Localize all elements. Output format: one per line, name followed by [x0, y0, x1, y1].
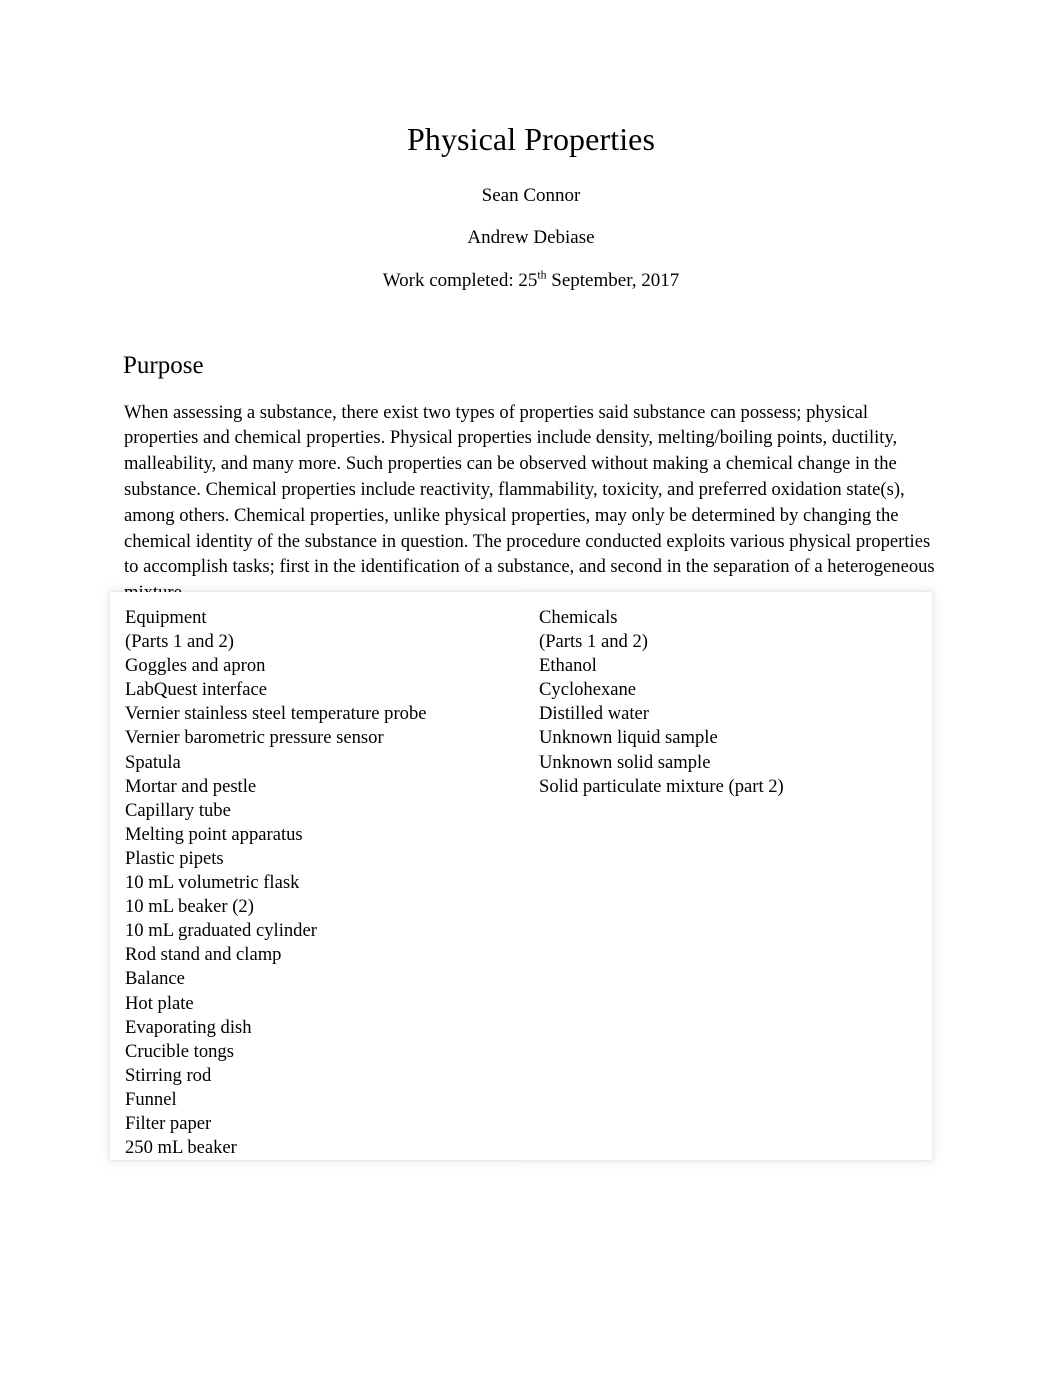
list-item: Vernier stainless steel temperature prob…: [125, 703, 427, 725]
chemicals-list-subheader: (Parts 1 and 2): [539, 631, 648, 653]
purpose-body-text: When assessing a substance, there exist …: [124, 401, 935, 604]
list-item: Cyclohexane: [539, 679, 637, 701]
list-item: 10 mL volumetric flask: [125, 872, 300, 894]
equipment-list-subheader: (Parts 1 and 2): [125, 631, 234, 653]
list-item: Stirring rod: [125, 1064, 212, 1086]
list-item: Balance: [125, 968, 185, 990]
author-name-primary: Sean Connor: [481, 185, 581, 207]
equipment-list-header: Equipment: [125, 607, 207, 628]
equipment-list: Equipment (Parts 1 and 2) Goggles and ap…: [125, 606, 518, 1160]
list-item: Rod stand and clamp: [125, 944, 282, 966]
list-item: Mortar and pestle: [125, 775, 257, 797]
materials-table-inner: Equipment (Parts 1 and 2) Goggles and ap…: [110, 592, 932, 1160]
list-item: 250 mL beaker: [125, 1137, 237, 1159]
list-item: Crucible tongs: [125, 1040, 234, 1062]
table-cell-equipment: Equipment (Parts 1 and 2) Goggles and ap…: [110, 592, 518, 1160]
list-item: Plastic pipets: [125, 847, 224, 869]
date-ordinal-suffix: th: [537, 268, 547, 282]
author-name-secondary: Andrew Debiase: [467, 227, 595, 249]
list-item: Evaporating dish: [125, 1016, 252, 1038]
list-item: Distilled water: [539, 703, 649, 725]
list-item: LabQuest interface: [125, 679, 267, 701]
chemicals-list-header: Chemicals: [539, 607, 618, 628]
list-item: Hot plate: [125, 992, 194, 1014]
list-item: Funnel: [125, 1088, 177, 1110]
chemicals-list: Chemicals (Parts 1 and 2) Ethanol Cycloh…: [539, 606, 932, 799]
list-item: Filter paper: [125, 1112, 212, 1134]
section-heading-purpose: Purpose: [123, 351, 204, 379]
list-item: Goggles and apron: [125, 655, 266, 677]
page-title: Physical Properties: [406, 121, 656, 157]
materials-table: Equipment (Parts 1 and 2) Goggles and ap…: [110, 592, 932, 1160]
list-item: Spatula: [125, 751, 181, 773]
list-item: Unknown solid sample: [539, 751, 711, 773]
work-completed-date: Work completed: 25th September, 2017: [0, 250, 1062, 293]
list-item: 10 mL beaker (2): [125, 896, 254, 918]
list-item: Solid particulate mixture (part 2): [539, 775, 784, 797]
list-item: Ethanol: [539, 655, 597, 677]
list-item: Capillary tube: [125, 799, 231, 821]
list-item: Vernier barometric pressure sensor: [125, 727, 384, 749]
date-suffix-text: September, 2017: [546, 269, 680, 291]
list-item: 10 mL graduated cylinder: [125, 920, 317, 942]
table-cell-chemicals: Chemicals (Parts 1 and 2) Ethanol Cycloh…: [518, 592, 932, 1160]
list-item: Unknown liquid sample: [539, 727, 718, 749]
document-page: Physical Properties Sean Connor Andrew D…: [0, 0, 1062, 1377]
list-item: Melting point apparatus: [125, 823, 303, 845]
date-prefix-text: Work completed: 25: [382, 269, 538, 291]
